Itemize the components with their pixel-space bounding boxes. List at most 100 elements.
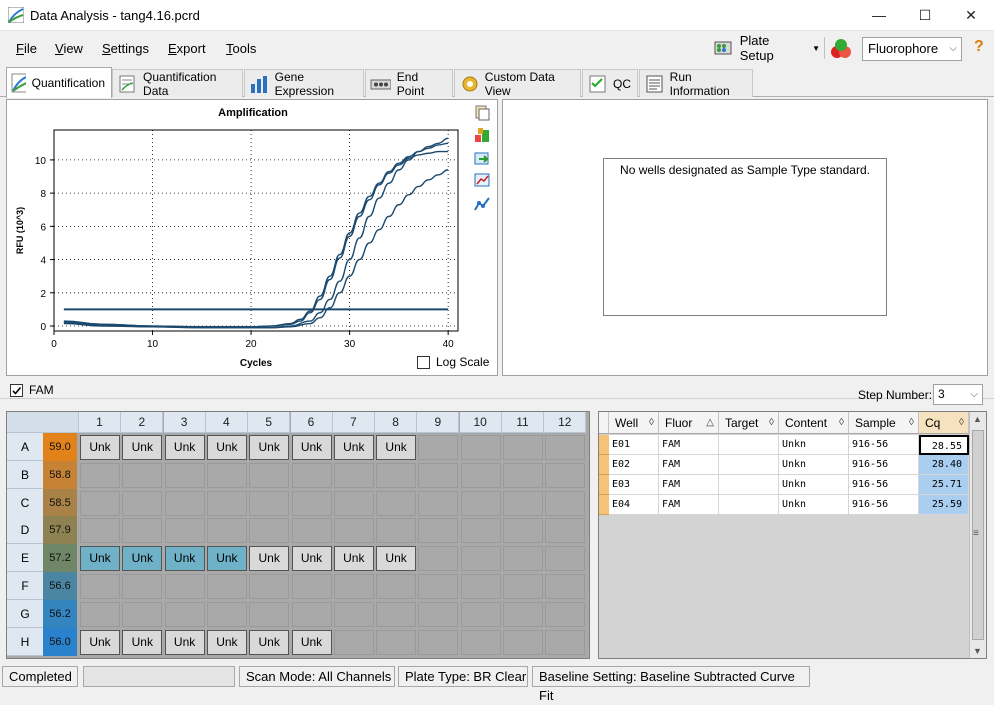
row-header[interactable]: D	[7, 516, 43, 545]
tab-quantification[interactable]: Quantification	[6, 67, 112, 98]
cell-sample[interactable]: 916-56	[849, 455, 919, 475]
cell-fluor[interactable]: FAM	[659, 435, 719, 455]
help-icon[interactable]: ?	[974, 38, 984, 56]
trace-styles-icon[interactable]	[474, 196, 490, 212]
empty-well[interactable]	[164, 601, 205, 627]
empty-well[interactable]	[80, 462, 120, 488]
well-H4[interactable]: Unk	[206, 629, 247, 655]
well-A6[interactable]: Unk	[291, 435, 332, 460]
well-E4[interactable]: Unk	[206, 546, 247, 572]
empty-well[interactable]	[249, 490, 290, 516]
column-header-cq[interactable]: Cq ◊	[919, 412, 969, 434]
empty-well[interactable]	[545, 435, 586, 460]
row-header[interactable]: F	[7, 572, 43, 600]
empty-well[interactable]	[80, 574, 120, 599]
cell-cq[interactable]: 28.40	[919, 455, 969, 475]
empty-well[interactable]	[122, 601, 163, 627]
empty-well[interactable]	[249, 518, 290, 544]
menu-tools[interactable]: Tools	[226, 41, 256, 56]
empty-well[interactable]	[418, 629, 459, 655]
empty-well[interactable]	[122, 490, 163, 516]
empty-well[interactable]	[460, 546, 501, 572]
empty-well[interactable]	[545, 462, 586, 488]
empty-well[interactable]	[460, 518, 501, 544]
minimize-button[interactable]: —	[856, 0, 902, 30]
column-header[interactable]: 2	[121, 412, 164, 433]
empty-well[interactable]	[333, 629, 374, 655]
well-E6[interactable]: Unk	[291, 546, 332, 572]
fluor-filter[interactable]: FAM	[10, 383, 54, 397]
cell-target[interactable]	[719, 495, 779, 515]
well-E1[interactable]: Unk	[80, 546, 120, 572]
menu-view[interactable]: View	[55, 41, 83, 56]
empty-well[interactable]	[418, 435, 459, 460]
log-scale-checkbox[interactable]	[417, 355, 430, 369]
well-E5[interactable]: Unk	[249, 546, 290, 572]
menu-settings[interactable]: Settings	[102, 41, 149, 56]
table-scrollbar[interactable]: ▲ ≡ ▼	[969, 412, 986, 658]
cell-content[interactable]: Unkn	[779, 455, 849, 475]
empty-well[interactable]	[376, 601, 417, 627]
well-H5[interactable]: Unk	[249, 629, 290, 655]
empty-well[interactable]	[206, 574, 247, 599]
column-header[interactable]: 10	[459, 412, 502, 433]
tab-end-point[interactable]: End Point	[365, 69, 453, 98]
empty-well[interactable]	[545, 629, 586, 655]
column-header-fluor[interactable]: Fluor △	[659, 412, 719, 434]
empty-well[interactable]	[206, 601, 247, 627]
row-header[interactable]: C	[7, 488, 43, 517]
cell-fluor[interactable]: FAM	[659, 455, 719, 475]
column-header[interactable]: 6	[290, 412, 333, 433]
cell-well[interactable]: E04	[609, 495, 659, 515]
empty-well[interactable]	[418, 518, 459, 544]
empty-well[interactable]	[503, 546, 543, 572]
tab-custom-data-view[interactable]: Custom Data View	[454, 69, 581, 98]
empty-well[interactable]	[164, 518, 205, 544]
cell-sample[interactable]: 916-56	[849, 435, 919, 455]
cell-well[interactable]: E03	[609, 475, 659, 495]
empty-well[interactable]	[249, 574, 290, 599]
cell-content[interactable]: Unkn	[779, 495, 849, 515]
column-header[interactable]: 9	[417, 412, 460, 433]
empty-well[interactable]	[164, 490, 205, 516]
empty-well[interactable]	[291, 601, 332, 627]
column-header[interactable]: 5	[248, 412, 291, 433]
cell-well[interactable]: E01	[609, 435, 659, 455]
step-number-select[interactable]: 3 ⌵	[933, 384, 983, 405]
empty-well[interactable]	[249, 462, 290, 488]
cell-sample[interactable]: 916-56	[849, 495, 919, 515]
empty-well[interactable]	[460, 601, 501, 627]
empty-well[interactable]	[164, 574, 205, 599]
empty-well[interactable]	[376, 462, 417, 488]
empty-well[interactable]	[503, 462, 543, 488]
well-A3[interactable]: Unk	[164, 435, 205, 460]
empty-well[interactable]	[80, 490, 120, 516]
column-header-target[interactable]: Target ◊	[719, 412, 779, 434]
well-E2[interactable]: Unk	[122, 546, 163, 572]
row-header[interactable]: H	[7, 627, 43, 656]
empty-well[interactable]	[291, 490, 332, 516]
wells-icon[interactable]	[474, 127, 490, 143]
copy-icon[interactable]	[474, 105, 490, 121]
cell-cq[interactable]: 25.71	[919, 475, 969, 495]
empty-well[interactable]	[503, 490, 543, 516]
empty-well[interactable]	[545, 518, 586, 544]
empty-well[interactable]	[545, 601, 586, 627]
scroll-up-icon[interactable]: ▲	[973, 414, 982, 424]
row-selector[interactable]	[599, 495, 609, 515]
well-A4[interactable]: Unk	[206, 435, 247, 460]
export-icon[interactable]	[474, 150, 490, 166]
plate-setup-button[interactable]: Plate Setup ▼	[712, 33, 820, 63]
well-H3[interactable]: Unk	[164, 629, 205, 655]
cell-well[interactable]: E02	[609, 455, 659, 475]
empty-well[interactable]	[503, 518, 543, 544]
empty-well[interactable]	[291, 574, 332, 599]
empty-well[interactable]	[80, 601, 120, 627]
empty-well[interactable]	[376, 490, 417, 516]
empty-well[interactable]	[333, 518, 374, 544]
column-header[interactable]: 3	[163, 412, 206, 433]
scroll-down-icon[interactable]: ▼	[973, 646, 982, 656]
row-selector[interactable]	[599, 435, 609, 455]
fam-checkbox[interactable]	[10, 383, 23, 397]
cell-target[interactable]	[719, 475, 779, 495]
